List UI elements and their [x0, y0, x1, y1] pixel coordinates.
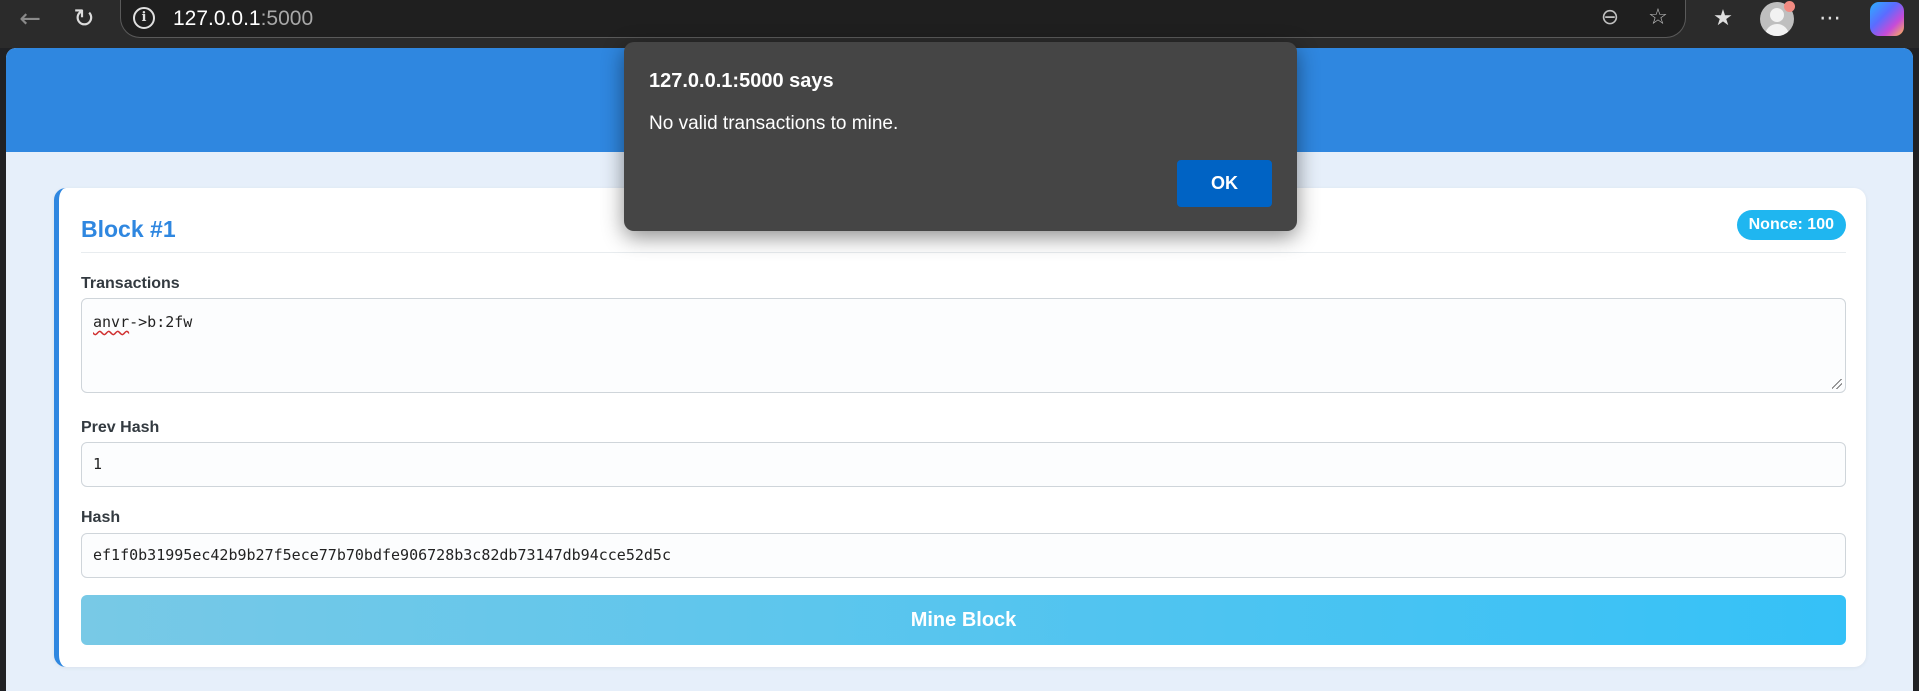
- transactions-label: Transactions: [81, 275, 180, 292]
- alert-dialog: 127.0.0.1:5000 says No valid transaction…: [624, 42, 1297, 231]
- alert-message: No valid transactions to mine.: [649, 113, 899, 134]
- notification-dot: [1784, 1, 1795, 12]
- block-card: Block #1 Nonce: 100 Transactions anvr->b…: [54, 188, 1866, 667]
- avatar-head: [1770, 8, 1784, 22]
- mine-block-button[interactable]: Mine Block: [81, 595, 1846, 645]
- url-host: 127.0.0.1: [173, 7, 261, 30]
- url-text[interactable]: 127.0.0.1:5000: [173, 7, 313, 31]
- prev-hash-field[interactable]: 1: [81, 442, 1846, 487]
- url-port: :5000: [260, 7, 314, 30]
- browser-toolbar: ← ↻ i 127.0.0.1:5000 ⊖ ☆ ★ ⋯: [0, 0, 1919, 48]
- back-arrow-icon[interactable]: ←: [14, 3, 46, 35]
- transactions-text: ->b:2fw: [129, 313, 193, 331]
- info-icon[interactable]: i: [133, 7, 155, 29]
- card-divider: [81, 252, 1846, 253]
- address-bar[interactable]: i 127.0.0.1:5000 ⊖ ☆: [120, 0, 1686, 38]
- hash-field[interactable]: ef1f0b31995ec42b9b27f5ece77b70bdfe906728…: [81, 533, 1846, 578]
- alert-ok-button[interactable]: OK: [1177, 160, 1272, 207]
- reload-icon[interactable]: ↻: [68, 3, 100, 35]
- transactions-text-misspelled: anvr: [93, 313, 130, 331]
- block-title: Block #1: [81, 216, 176, 242]
- star-icon[interactable]: ☆: [1643, 3, 1673, 33]
- favorites-icon[interactable]: ★: [1706, 2, 1740, 36]
- hash-label: Hash: [81, 509, 121, 526]
- prev-hash-label: Prev Hash: [81, 419, 160, 436]
- avatar-body: [1765, 24, 1789, 36]
- transactions-textarea[interactable]: anvr->b:2fw: [81, 298, 1846, 393]
- alert-title: 127.0.0.1:5000 says: [649, 70, 834, 92]
- zoom-out-icon[interactable]: ⊖: [1595, 3, 1625, 33]
- nonce-badge: Nonce: 100: [1736, 210, 1846, 240]
- resize-handle-icon[interactable]: [1832, 379, 1842, 389]
- copilot-icon[interactable]: [1870, 2, 1904, 36]
- more-icon[interactable]: ⋯: [1813, 2, 1847, 36]
